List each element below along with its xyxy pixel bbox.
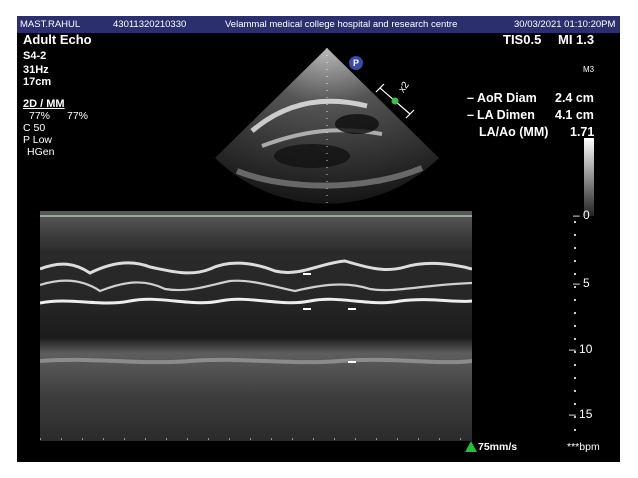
depth-scale-dot <box>574 299 576 301</box>
depth-scale-dot <box>574 312 576 314</box>
mmode-caliper-1 <box>303 273 311 275</box>
depth-marker-15-value: 15 <box>579 407 593 421</box>
depth-marker-15: – 15 <box>569 407 593 421</box>
mechanical-index: MI 1.3 <box>558 32 595 47</box>
zoom-box-marker <box>375 83 415 119</box>
mmode-trace-svg <box>39 211 473 441</box>
measurement-aor-value: 2.4 cm <box>555 91 594 105</box>
frame-rate: 31Hz <box>23 64 49 76</box>
2d-sector-image <box>215 48 439 204</box>
depth-scale-dot <box>574 429 576 431</box>
gain-mm: 77% <box>67 110 89 122</box>
mmode-la-posterior-wall <box>39 357 473 365</box>
depth-scale-dot <box>574 273 576 275</box>
depth-scale-dot <box>574 247 576 249</box>
depth-marker-10: – 10 <box>569 342 593 356</box>
power-setting: P Low <box>23 134 52 146</box>
mmode-caliper-3 <box>348 308 356 310</box>
depth-marker-5-value: 5 <box>583 276 590 290</box>
measurement-la-label: LA Dimen <box>477 108 535 122</box>
depth-marker-0-value: 0 <box>583 208 590 222</box>
depth-scale-dot <box>574 260 576 262</box>
institution-name: Velammal medical college hospital and re… <box>225 19 458 30</box>
mmode-trace <box>39 211 473 441</box>
depth-scale-dot <box>574 377 576 379</box>
image-depth: 17cm <box>23 76 52 88</box>
header-bar: MAST.RAHUL 43011320210330 Velammal medic… <box>17 16 620 33</box>
exam-datetime: 30/03/2021 01:10:20PM <box>514 19 616 30</box>
depth-scale-dot <box>574 351 576 353</box>
depth-scale-dot <box>574 234 576 236</box>
depth-scale-dot <box>574 338 576 340</box>
grayscale-bar <box>584 138 594 216</box>
thermal-index: TIS0.5 <box>503 32 542 47</box>
gain-2d: 77% <box>29 110 51 122</box>
ultrasound-screen: MAST.RAHUL 43011320210330 Velammal medic… <box>17 16 620 462</box>
depth-scale-dot <box>574 325 576 327</box>
mmode-caliper-4 <box>348 361 356 363</box>
depth-scale-dot <box>574 403 576 405</box>
measurement-aor-label: AoR Diam <box>477 91 537 105</box>
patient-name: MAST.RAHUL <box>20 19 81 30</box>
measurement-ratio-label: LA/Ao (MM) <box>479 125 549 139</box>
patient-id: 43011320210330 <box>113 19 187 30</box>
compression-setting: C 50 <box>23 122 46 134</box>
exam-preset: Adult Echo <box>23 32 92 47</box>
depth-scale-dot <box>574 221 576 223</box>
heart-rate: ***bpm <box>567 441 600 453</box>
measurement-la-marker: – <box>467 108 474 122</box>
measurement-ratio-value: 1.71 <box>570 125 595 139</box>
mmode-background <box>40 211 472 441</box>
depth-scale-dot <box>574 390 576 392</box>
sweep-speed-icon <box>465 441 477 452</box>
depth-scale-dot <box>574 286 576 288</box>
sweep-speed: 75mm/s <box>478 441 518 453</box>
zoom-marker-dot <box>391 97 399 105</box>
measurement-la-value: 4.1 cm <box>555 108 594 122</box>
measurement-aor-marker: – <box>467 91 474 105</box>
depth-marker-10-value: 10 <box>579 342 593 356</box>
depth-marker-0: – 0 <box>573 208 590 222</box>
sector-chamber <box>274 144 350 168</box>
mmode-caliper-2 <box>303 308 311 310</box>
gray-map: M3 <box>583 65 595 74</box>
frequency-setting: HGen <box>27 146 55 158</box>
depth-scale-dot <box>574 416 576 418</box>
depth-scale-dot <box>574 364 576 366</box>
imaging-mode: 2D / MM <box>23 98 65 110</box>
probe-name: S4-2 <box>23 50 47 62</box>
